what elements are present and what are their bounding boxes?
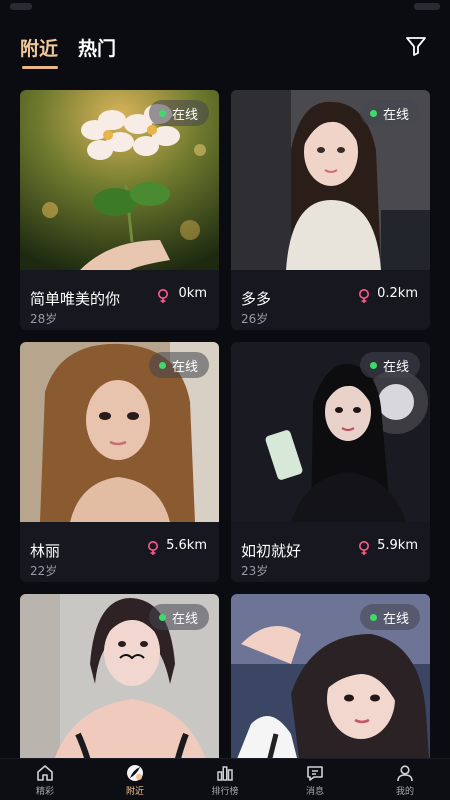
home-icon xyxy=(37,765,53,781)
user-distance: 5.6km xyxy=(166,538,207,553)
online-badge: 在线 xyxy=(148,352,209,378)
online-badge: 在线 xyxy=(359,352,420,378)
message-icon xyxy=(307,766,323,781)
user-age: 23岁 xyxy=(241,564,269,578)
tab-nearby[interactable]: 附近 xyxy=(20,34,58,61)
female-icon xyxy=(158,289,168,303)
user-age: 26岁 xyxy=(241,312,269,326)
status-bar xyxy=(0,0,450,18)
user-age: 28岁 xyxy=(30,312,58,326)
online-dot xyxy=(369,109,377,117)
nav-item-home[interactable]: 精彩 xyxy=(0,763,90,799)
nav-item-nearby[interactable]: 附近 xyxy=(90,763,180,799)
nav-item-messages[interactable]: 消息 xyxy=(270,763,360,799)
active-tab-indicator xyxy=(22,66,58,69)
nav-label: 附近 xyxy=(125,787,144,797)
online-badge: 在线 xyxy=(359,604,420,630)
user-distance: 5.9km xyxy=(377,538,418,553)
user-distance: 0km xyxy=(178,286,207,301)
user-grid: 在线 简单唯美的你 28岁 0km 在线 多多 26岁 0.2km 在线 林丽 … xyxy=(0,90,450,758)
status-time xyxy=(10,3,32,10)
user-distance: 0.2km xyxy=(377,286,418,301)
online-dot xyxy=(369,361,377,369)
user-name: 林丽 xyxy=(30,542,61,560)
online-label: 在线 xyxy=(382,107,409,123)
online-label: 在线 xyxy=(171,359,198,375)
online-dot xyxy=(158,361,166,369)
female-icon xyxy=(359,541,369,555)
nav-label: 消息 xyxy=(305,787,324,797)
nav-label: 排行榜 xyxy=(211,787,239,797)
user-card[interactable]: 在线 xyxy=(231,594,430,758)
online-dot xyxy=(369,613,377,621)
female-icon xyxy=(148,541,158,555)
online-dot xyxy=(158,613,166,621)
user-age: 22岁 xyxy=(30,564,58,578)
user-name: 简单唯美的你 xyxy=(30,290,121,308)
user-card[interactable]: 在线 如初就好 23岁 5.9km xyxy=(231,342,430,582)
nav-label: 精彩 xyxy=(35,787,54,797)
status-icons xyxy=(414,3,440,10)
nav-item-profile[interactable]: 我的 xyxy=(360,763,450,799)
online-label: 在线 xyxy=(171,611,198,627)
online-badge: 在线 xyxy=(359,100,420,126)
online-dot xyxy=(158,109,166,117)
ranking-icon xyxy=(217,766,233,781)
tab-hot[interactable]: 热门 xyxy=(78,34,116,61)
user-card[interactable]: 在线 多多 26岁 0.2km xyxy=(231,90,430,330)
nav-label: 我的 xyxy=(395,787,414,797)
user-card[interactable]: 在线 林丽 22岁 5.6km xyxy=(20,342,219,582)
user-card[interactable]: 在线 简单唯美的你 28岁 0km xyxy=(20,90,219,330)
user-name: 多多 xyxy=(241,290,272,308)
online-badge: 在线 xyxy=(148,604,209,630)
nearby-icon xyxy=(127,765,143,781)
online-badge: 在线 xyxy=(148,100,209,126)
female-icon xyxy=(359,289,369,303)
online-label: 在线 xyxy=(382,611,409,627)
user-card[interactable]: 在线 xyxy=(20,594,219,758)
bottom-nav: 精彩 附近 排行榜 消息 我的 xyxy=(0,758,450,800)
nav-item-ranking[interactable]: 排行榜 xyxy=(180,763,270,799)
profile-icon xyxy=(397,765,413,782)
user-name: 如初就好 xyxy=(241,542,302,560)
online-label: 在线 xyxy=(382,359,409,375)
online-label: 在线 xyxy=(171,107,198,123)
header: 附近 热门 xyxy=(0,22,450,74)
filter-icon[interactable] xyxy=(404,34,428,58)
